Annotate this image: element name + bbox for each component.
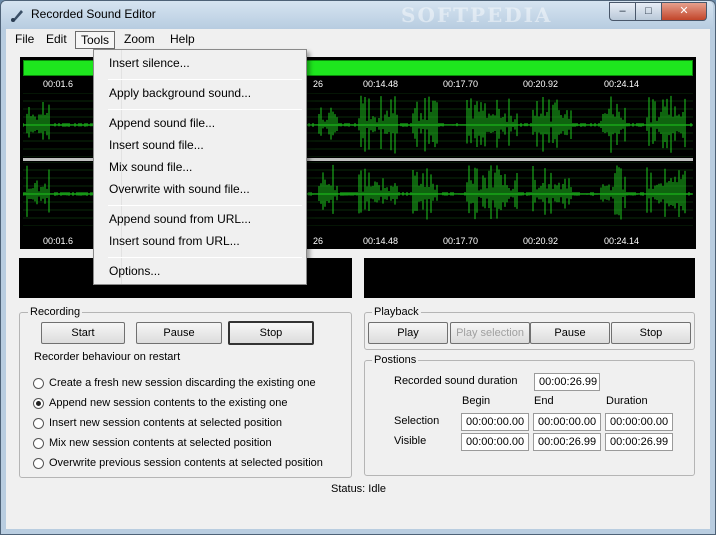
menu-insert-silence[interactable]: Insert silence...	[109, 56, 190, 70]
radio-append-session[interactable]	[33, 398, 44, 409]
visible-end-field[interactable]: 00:00:26.99	[533, 433, 601, 451]
close-button[interactable]: ✕	[661, 2, 707, 21]
radio-mix-session[interactable]	[33, 438, 44, 449]
menu-apply-background-sound[interactable]: Apply background sound...	[109, 86, 251, 100]
ruler-tick: 00:20.92	[523, 236, 559, 246]
ruler-tick: 00:14.48	[363, 236, 399, 246]
radio-selected-dot	[36, 401, 41, 406]
radio-insert-session[interactable]	[33, 418, 44, 429]
visible-duration-field[interactable]: 00:00:26.99	[605, 433, 673, 451]
maximize-button[interactable]: □	[635, 2, 662, 21]
behaviour-label: Recorder behaviour on restart	[34, 351, 181, 363]
play-selection-button[interactable]: Play selection	[450, 322, 530, 344]
menu-tools[interactable]: Tools	[75, 31, 116, 49]
menu-zoom[interactable]: Zoom	[119, 31, 160, 49]
title-bar[interactable]: Recorded Sound Editor SOFTPEDIA – □ ✕	[1, 1, 713, 29]
menu-mix-sound-file[interactable]: Mix sound file...	[109, 160, 192, 174]
play-button[interactable]: Play	[368, 322, 448, 344]
watermark: SOFTPEDIA	[401, 3, 553, 27]
menu-separator	[108, 79, 302, 80]
col-end-header: End	[534, 395, 554, 407]
selection-begin-field[interactable]: 00:00:00.00	[461, 413, 529, 431]
option-label[interactable]: Create a fresh new session discarding th…	[49, 377, 316, 389]
selection-end-field[interactable]: 00:00:00.00	[533, 413, 601, 431]
menu-options[interactable]: Options...	[109, 264, 160, 278]
menu-separator	[108, 257, 302, 258]
menu-separator	[108, 109, 302, 110]
option-label[interactable]: Overwrite previous session contents at s…	[49, 457, 323, 469]
col-begin-header: Begin	[462, 395, 491, 407]
ruler-tick: 26	[313, 236, 324, 246]
selection-label: Selection	[394, 415, 440, 427]
ruler-tick: 00:17.70	[443, 79, 479, 89]
ruler-tick: 00:17.70	[443, 236, 479, 246]
option-label[interactable]: Mix new session contents at selected pos…	[49, 437, 272, 449]
ruler-tick: 00:20.92	[523, 79, 559, 89]
playback-pause-button[interactable]: Pause	[530, 322, 610, 344]
minimize-button[interactable]: –	[609, 2, 636, 21]
option-label[interactable]: Insert new session contents at selected …	[49, 417, 282, 429]
playback-level-display	[364, 258, 695, 298]
menu-append-sound-url[interactable]: Append sound from URL...	[109, 212, 251, 226]
window-title: Recorded Sound Editor	[31, 7, 156, 21]
status-text: Status: Idle	[331, 483, 387, 495]
menu-edit[interactable]: Edit	[41, 31, 72, 49]
menu-help[interactable]: Help	[165, 31, 200, 49]
radio-fresh-session[interactable]	[33, 378, 44, 389]
playback-legend: Playback	[372, 306, 421, 318]
ruler-tick: 00:01.6	[43, 236, 74, 246]
menu-append-sound-file[interactable]: Append sound file...	[109, 116, 215, 130]
ruler-tick: 00:24.14	[604, 79, 640, 89]
ruler-tick: 00:24.14	[604, 236, 640, 246]
record-stop-button[interactable]: Stop	[228, 321, 314, 345]
col-duration-header: Duration	[606, 395, 648, 407]
menu-file[interactable]: File	[10, 31, 39, 49]
playback-stop-button[interactable]: Stop	[611, 322, 691, 344]
radio-overwrite-session[interactable]	[33, 458, 44, 469]
menu-insert-sound-file[interactable]: Insert sound file...	[109, 138, 204, 152]
tools-dropdown-menu: Insert silence... Apply background sound…	[93, 49, 307, 285]
option-label[interactable]: Append new session contents to the exist…	[49, 397, 288, 409]
recording-legend: Recording	[28, 306, 83, 318]
menu-overwrite-sound-file[interactable]: Overwrite with sound file...	[109, 182, 250, 196]
app-icon	[9, 7, 25, 23]
duration-label: Recorded sound duration	[394, 375, 518, 387]
visible-label: Visible	[394, 435, 427, 447]
selection-duration-field[interactable]: 00:00:00.00	[605, 413, 673, 431]
positions-legend: Postions	[372, 354, 419, 366]
ruler-tick: 00:14.48	[363, 79, 399, 89]
ruler-tick: 00:01.6	[43, 79, 74, 89]
record-start-button[interactable]: Start	[41, 322, 125, 344]
visible-begin-field[interactable]: 00:00:00.00	[461, 433, 529, 451]
menu-separator	[108, 205, 302, 206]
duration-field: 00:00:26.99	[534, 373, 600, 391]
menu-insert-sound-url[interactable]: Insert sound from URL...	[109, 234, 240, 248]
record-pause-button[interactable]: Pause	[136, 322, 222, 344]
menu-bar: File Edit Tools Zoom Help	[6, 29, 710, 51]
ruler-tick: 26	[313, 79, 324, 89]
